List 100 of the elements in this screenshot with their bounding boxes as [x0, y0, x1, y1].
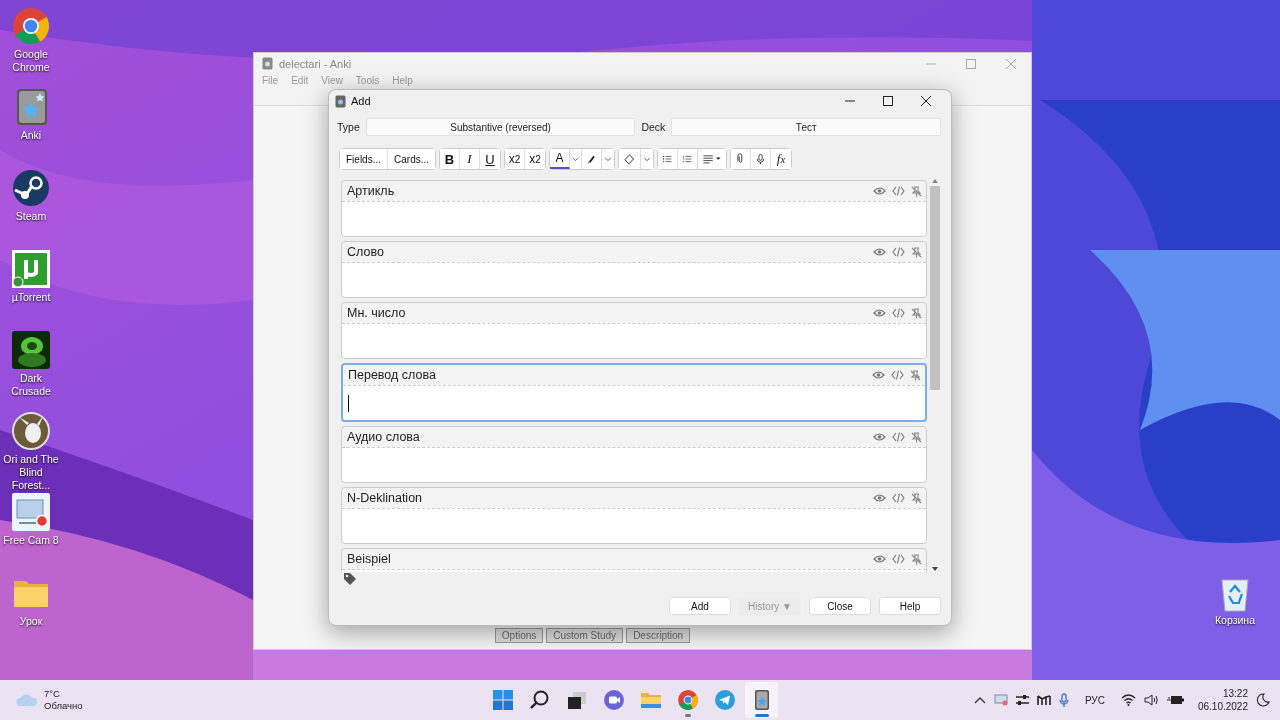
language-indicator[interactable]: РУС	[1084, 694, 1105, 706]
field-editor[interactable]: Аудио слова	[341, 426, 927, 483]
start-icon	[491, 689, 514, 711]
scroll-up-icon[interactable]	[931, 178, 939, 184]
app-icon	[262, 57, 273, 70]
pin-icon[interactable]	[911, 185, 922, 197]
volume-icon[interactable]	[1143, 694, 1159, 706]
pin-icon[interactable]	[911, 246, 922, 258]
field-label: Deck	[641, 121, 666, 133]
field-name: Beispiel	[347, 552, 391, 566]
task-view-icon	[565, 689, 588, 711]
format-button[interactable]: B	[440, 149, 461, 169]
eye-icon[interactable]	[873, 554, 886, 564]
code-icon[interactable]	[892, 186, 905, 196]
moon-icon[interactable]	[1256, 693, 1270, 707]
field-name: N-Deklination	[347, 491, 423, 505]
clock-time[interactable]: 13:22	[1222, 687, 1248, 700]
field-name: Перевод слова	[348, 368, 436, 382]
window-title: delectari - Anki	[279, 57, 352, 70]
icon-label: Урок	[18, 615, 44, 628]
code-icon[interactable]	[891, 370, 904, 380]
icon-label: Steam	[14, 210, 48, 223]
dialog-button[interactable]: Help	[879, 597, 941, 615]
app-icon	[335, 94, 346, 108]
icon-label: Free Cam 8	[2, 534, 60, 547]
search-icon	[528, 689, 551, 711]
tag-icon[interactable]	[343, 572, 357, 586]
chat-icon	[602, 689, 625, 711]
eraser-icon[interactable]	[619, 149, 642, 169]
field-label: Type	[337, 121, 360, 133]
toolbar-button[interactable]: Fields...	[340, 149, 388, 169]
paper-plane-icon	[713, 689, 736, 711]
running-indicator	[684, 714, 691, 717]
wifi-icon[interactable]	[1120, 694, 1136, 706]
field-name: Мн. число	[347, 306, 406, 320]
chevron-up-icon[interactable]	[973, 696, 986, 704]
bars-icon[interactable]	[1036, 694, 1051, 706]
icon-label: Google Chrome	[11, 48, 51, 74]
pin-icon[interactable]	[911, 431, 922, 443]
deck-button[interactable]: Custom Study	[546, 628, 624, 643]
field-name: Аудио слова	[347, 430, 420, 444]
text-cursor	[348, 394, 349, 412]
microphone-icon[interactable]	[1058, 692, 1069, 708]
icon-label: Anki	[19, 129, 43, 142]
icon-label: µTorrent	[10, 291, 52, 304]
battery-icon[interactable]	[1166, 694, 1184, 706]
dialog-button[interactable]: Add	[669, 597, 731, 615]
field-editor[interactable]: Артикль	[341, 180, 927, 237]
weather-condition: Облачно	[44, 700, 83, 712]
eye-icon[interactable]	[873, 493, 886, 503]
circle-logo-icon[interactable]	[11, 168, 51, 208]
text-color-button[interactable]: A	[550, 149, 571, 169]
deck-button[interactable]: Description	[626, 628, 691, 643]
field-editor[interactable]: N-Deklination	[341, 487, 927, 544]
code-icon[interactable]	[892, 308, 905, 318]
sliders-icon[interactable]	[1015, 694, 1029, 706]
browser-icon[interactable]	[11, 6, 51, 46]
deck-button[interactable]: Тест	[671, 118, 941, 136]
field-name: Артикль	[347, 184, 395, 198]
dialog-button[interactable]: Close	[809, 597, 871, 615]
screen-record-icon[interactable]	[11, 492, 51, 532]
deck-button[interactable]: Options	[494, 628, 544, 643]
paperclip-icon[interactable]	[731, 149, 752, 169]
eye-icon[interactable]	[873, 308, 886, 318]
pin-icon[interactable]	[911, 307, 922, 319]
monitor-icon[interactable]	[993, 694, 1008, 706]
field-editor[interactable]: Мн. число	[341, 302, 927, 359]
maximize-icon[interactable]	[883, 96, 893, 106]
bullet-list-icon[interactable]	[658, 149, 679, 169]
icon-label: Корзина	[1214, 614, 1256, 627]
dialog-title: Add	[351, 95, 371, 107]
scrollbar[interactable]	[929, 178, 941, 572]
scroll-down-icon[interactable]	[931, 566, 939, 572]
field-editor[interactable]: Beispiel	[341, 548, 927, 572]
pin-icon[interactable]	[910, 369, 921, 381]
icon-label: Ori and The Blind Forest...	[2, 453, 60, 492]
icon-label: Dark Crusade	[10, 372, 52, 398]
note-type-button[interactable]: Substantive (reversed)	[365, 118, 636, 136]
code-icon[interactable]	[892, 247, 905, 257]
field-name: Слово	[347, 245, 384, 259]
pin-icon[interactable]	[911, 553, 922, 565]
close-icon[interactable]	[921, 96, 931, 106]
eye-icon[interactable]	[873, 186, 886, 196]
field-editor[interactable]: Слово	[341, 241, 927, 298]
clock-date[interactable]: 06.10.2022	[1197, 700, 1248, 713]
code-icon[interactable]	[892, 554, 905, 564]
creature-icon[interactable]	[11, 411, 51, 451]
code-icon[interactable]	[892, 432, 905, 442]
eye-icon[interactable]	[873, 247, 886, 257]
taskbar-app[interactable]	[745, 682, 778, 718]
browser-icon	[676, 689, 699, 711]
app-tile-icon[interactable]	[11, 249, 51, 289]
pin-icon[interactable]	[911, 492, 922, 504]
running-indicator	[754, 714, 769, 717]
caret-icon[interactable]	[641, 149, 654, 169]
eye-icon[interactable]	[873, 432, 886, 442]
game-art-icon[interactable]	[11, 330, 51, 370]
code-icon[interactable]	[892, 493, 905, 503]
field-editor[interactable]: Перевод слова	[341, 363, 927, 422]
eye-icon[interactable]	[872, 370, 885, 380]
